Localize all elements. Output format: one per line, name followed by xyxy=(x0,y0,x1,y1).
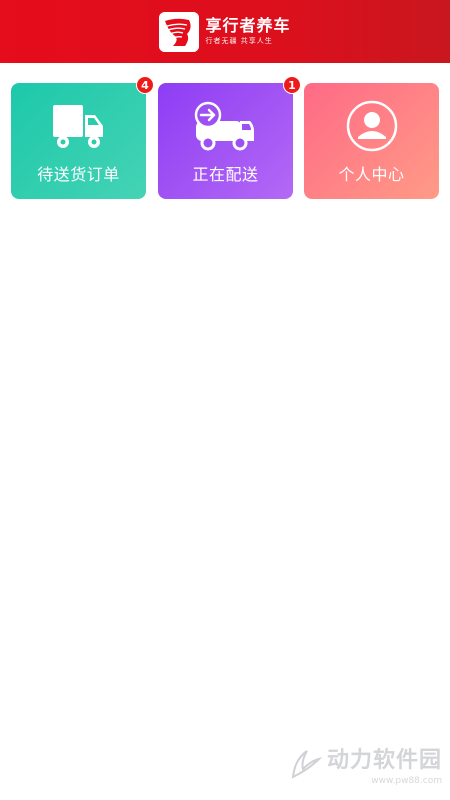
pending-delivery-orders-card[interactable]: 待送货订单 4 xyxy=(11,76,154,199)
top-header-bar: 享行者养车 行者无疆 共享人生 xyxy=(0,0,450,63)
watermark-url: www.pw88.com xyxy=(371,776,442,786)
watermark-text: 动力软件园 www.pw88.com xyxy=(327,742,442,786)
notification-badge: 1 xyxy=(283,76,301,94)
app-screen: 享行者养车 行者无疆 共享人生 待送货订单 4 正在配送 1 个人中心 动力软件… xyxy=(0,0,450,800)
card-label: 待送货订单 xyxy=(37,165,120,184)
personal-center-card[interactable]: 个人中心 xyxy=(304,83,439,199)
user-profile-icon xyxy=(345,99,399,157)
delivery-truck-icon xyxy=(51,99,107,159)
card-label: 正在配送 xyxy=(192,165,259,184)
brand: 享行者养车 行者无疆 共享人生 xyxy=(159,11,290,52)
brand-name: 享行者养车 xyxy=(205,16,291,35)
brand-logo-icon xyxy=(159,11,200,52)
brand-slogan: 行者无疆 共享人生 xyxy=(205,37,273,45)
in-delivery-card[interactable]: 正在配送 1 xyxy=(158,76,301,199)
brand-text: 享行者养车 行者无疆 共享人生 xyxy=(205,18,290,45)
watermark: 动力软件园 www.pw88.com xyxy=(289,742,442,786)
menu-cards: 待送货订单 4 正在配送 1 个人中心 xyxy=(0,76,450,199)
card-label: 个人中心 xyxy=(338,165,405,184)
watermark-title: 动力软件园 xyxy=(326,748,442,773)
truck-in-transit-icon xyxy=(194,99,258,159)
notification-badge: 4 xyxy=(136,76,154,94)
watermark-logo-icon xyxy=(291,750,323,779)
